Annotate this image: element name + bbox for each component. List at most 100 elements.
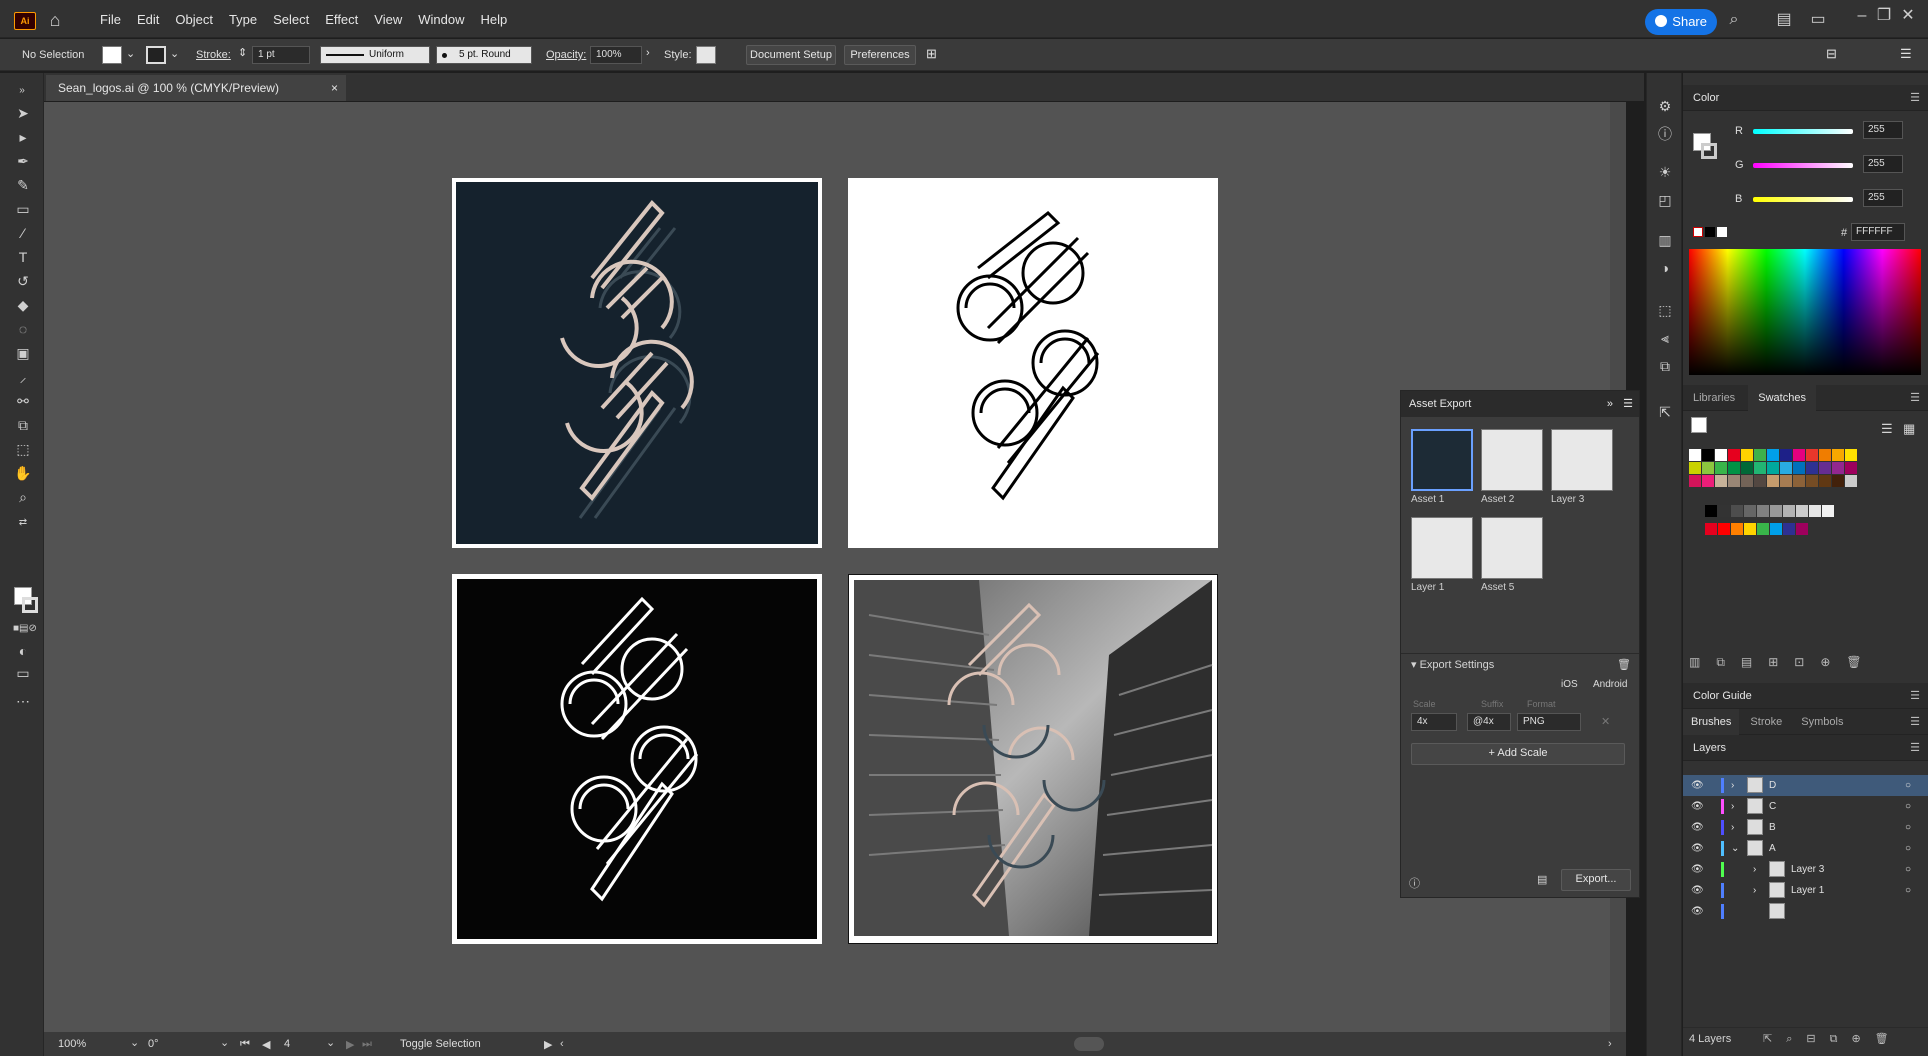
none-swatch[interactable] xyxy=(1693,227,1703,237)
chevron-right-icon[interactable]: › xyxy=(1731,775,1734,796)
tab-swatches[interactable]: Swatches xyxy=(1748,385,1816,411)
color-swatch[interactable] xyxy=(1819,449,1831,461)
panel-menu-icon[interactable]: ☰ xyxy=(1910,683,1920,709)
bright-swatch[interactable] xyxy=(1731,523,1743,535)
target-icon[interactable]: ○ xyxy=(1905,775,1911,796)
asset-thumbnail[interactable] xyxy=(1411,517,1473,579)
chevron-right-icon[interactable]: › xyxy=(646,47,650,59)
chevron-down-icon[interactable]: ⌄ xyxy=(130,1036,139,1049)
gray-swatch[interactable] xyxy=(1822,505,1834,517)
color-swatch[interactable] xyxy=(1793,462,1805,474)
trash-icon[interactable]: 🗑 xyxy=(1617,654,1631,676)
chevron-right-icon[interactable]: ⌄ xyxy=(1731,838,1739,859)
green-slider[interactable] xyxy=(1753,163,1853,168)
bright-swatch[interactable] xyxy=(1796,523,1808,535)
asset-thumbnail[interactable] xyxy=(1551,429,1613,491)
color-stroke-swatch[interactable] xyxy=(1701,143,1717,159)
color-swatch[interactable] xyxy=(1689,449,1701,461)
color-swatch[interactable] xyxy=(1741,449,1753,461)
color-swatch[interactable] xyxy=(1715,449,1727,461)
layer-action-icons[interactable]: ⇱⌕⊟⧉⊕🗑 xyxy=(1763,1028,1903,1050)
bright-swatch[interactable] xyxy=(1757,523,1769,535)
layer-row[interactable]: 👁 › C ○ xyxy=(1683,796,1928,817)
export-settings-icon[interactable]: ▤ xyxy=(1537,873,1547,886)
color-swatch[interactable] xyxy=(1715,462,1727,474)
red-slider[interactable] xyxy=(1753,129,1853,134)
first-artboard-icon[interactable]: ⏮ xyxy=(240,1038,250,1051)
color-swatch[interactable] xyxy=(1832,462,1844,474)
target-icon[interactable]: ○ xyxy=(1905,838,1911,859)
target-icon[interactable]: ○ xyxy=(1905,796,1911,817)
layer-name[interactable]: Layer 3 xyxy=(1791,859,1824,880)
chevron-down-icon[interactable]: ⌄ xyxy=(220,1036,229,1049)
scroll-left-icon[interactable]: ‹ xyxy=(560,1038,564,1050)
artboard-1[interactable] xyxy=(452,178,822,548)
list-view-icon[interactable]: ☰ xyxy=(1881,421,1893,437)
chevron-down-icon[interactable]: ⌄ xyxy=(126,47,135,60)
chevron-right-icon[interactable]: › xyxy=(1731,817,1734,838)
blue-value[interactable]: 255 xyxy=(1863,189,1903,207)
menu-window[interactable]: Window xyxy=(410,8,472,31)
color-swatch[interactable] xyxy=(1793,475,1805,487)
menu-edit[interactable]: Edit xyxy=(129,8,167,31)
color-swatch[interactable] xyxy=(1689,462,1701,474)
scroll-right-icon[interactable]: › xyxy=(1608,1038,1612,1050)
hex-field[interactable]: FFFFFF xyxy=(1851,223,1905,241)
color-swatch[interactable] xyxy=(1702,475,1714,487)
blue-slider[interactable] xyxy=(1753,197,1853,202)
color-mode-icon[interactable]: ■▤⊘ xyxy=(13,619,37,639)
paintbrush-tool-icon[interactable]: ⁄ xyxy=(13,223,33,243)
share-button[interactable]: Share xyxy=(1645,9,1717,35)
home-icon[interactable]: ⌂ xyxy=(44,10,66,30)
info-panel-icon[interactable]: ⓘ xyxy=(1656,125,1674,143)
appearance-icon[interactable]: ☀ xyxy=(1656,163,1674,181)
color-swatch[interactable] xyxy=(1832,475,1844,487)
swap-fill-stroke-icon[interactable]: ⇄ xyxy=(13,513,33,533)
opacity-field[interactable]: 100% xyxy=(590,46,642,64)
chevron-down-icon[interactable]: ⌄ xyxy=(170,47,179,60)
artboard-3[interactable] xyxy=(452,574,822,944)
color-swatch[interactable] xyxy=(1754,449,1766,461)
graphic-styles-icon[interactable]: ◰ xyxy=(1656,191,1674,209)
eraser-tool-icon[interactable]: ◆ xyxy=(13,295,33,315)
color-swatch[interactable] xyxy=(1806,475,1818,487)
bright-swatch[interactable] xyxy=(1718,523,1730,535)
panel-menu-icon[interactable]: ☰ xyxy=(1900,46,1912,62)
color-swatch[interactable] xyxy=(1780,475,1792,487)
color-swatch[interactable] xyxy=(1702,462,1714,474)
color-swatch[interactable] xyxy=(1741,475,1753,487)
color-swatch[interactable] xyxy=(1832,449,1844,461)
next-artboard-icon[interactable]: ▶ xyxy=(346,1038,354,1051)
panel-menu-icon[interactable]: ☰ xyxy=(1910,735,1920,761)
gray-swatch[interactable] xyxy=(1744,505,1756,517)
more-tools-icon[interactable]: ⋯ xyxy=(13,691,33,711)
status-menu-icon[interactable]: ▶ xyxy=(544,1038,552,1051)
artboard-number[interactable]: 4 xyxy=(284,1038,290,1050)
direct-selection-tool-icon[interactable]: ▸ xyxy=(13,127,33,147)
menu-help[interactable]: Help xyxy=(472,8,515,31)
workspace-icon[interactable]: ▤ xyxy=(1774,10,1794,30)
menu-select[interactable]: Select xyxy=(265,8,317,31)
asset-thumbnail[interactable] xyxy=(1481,429,1543,491)
close-tab-icon[interactable]: × xyxy=(331,75,338,101)
document-tab[interactable]: Sean_logos.ai @ 100 % (CMYK/Preview) × xyxy=(46,75,346,101)
eye-icon[interactable]: 👁 xyxy=(1691,817,1704,838)
stroke-label[interactable]: Stroke: xyxy=(196,49,231,61)
asset-thumbnail[interactable] xyxy=(1481,517,1543,579)
layer-name[interactable]: B xyxy=(1769,817,1776,838)
search-icon[interactable]: ⌕ xyxy=(1724,10,1744,30)
layer-name[interactable]: D xyxy=(1769,775,1776,796)
export-button[interactable]: Export... xyxy=(1561,869,1631,891)
gradient-panel-icon[interactable]: ▥ xyxy=(1656,231,1674,249)
eye-icon[interactable]: 👁 xyxy=(1691,796,1704,817)
type-tool-icon[interactable]: T xyxy=(13,247,33,267)
color-guide-header[interactable]: Color Guide ☰ xyxy=(1683,683,1928,709)
fill-swatch[interactable] xyxy=(102,46,122,64)
target-icon[interactable]: ○ xyxy=(1905,817,1911,838)
zoom-level[interactable]: 100% xyxy=(58,1038,86,1050)
chevron-right-icon[interactable]: › xyxy=(1753,880,1756,901)
align-icon[interactable]: ⊞ xyxy=(926,46,937,62)
style-swatch[interactable] xyxy=(696,46,716,64)
color-swatch[interactable] xyxy=(1728,475,1740,487)
color-swatch[interactable] xyxy=(1845,462,1857,474)
